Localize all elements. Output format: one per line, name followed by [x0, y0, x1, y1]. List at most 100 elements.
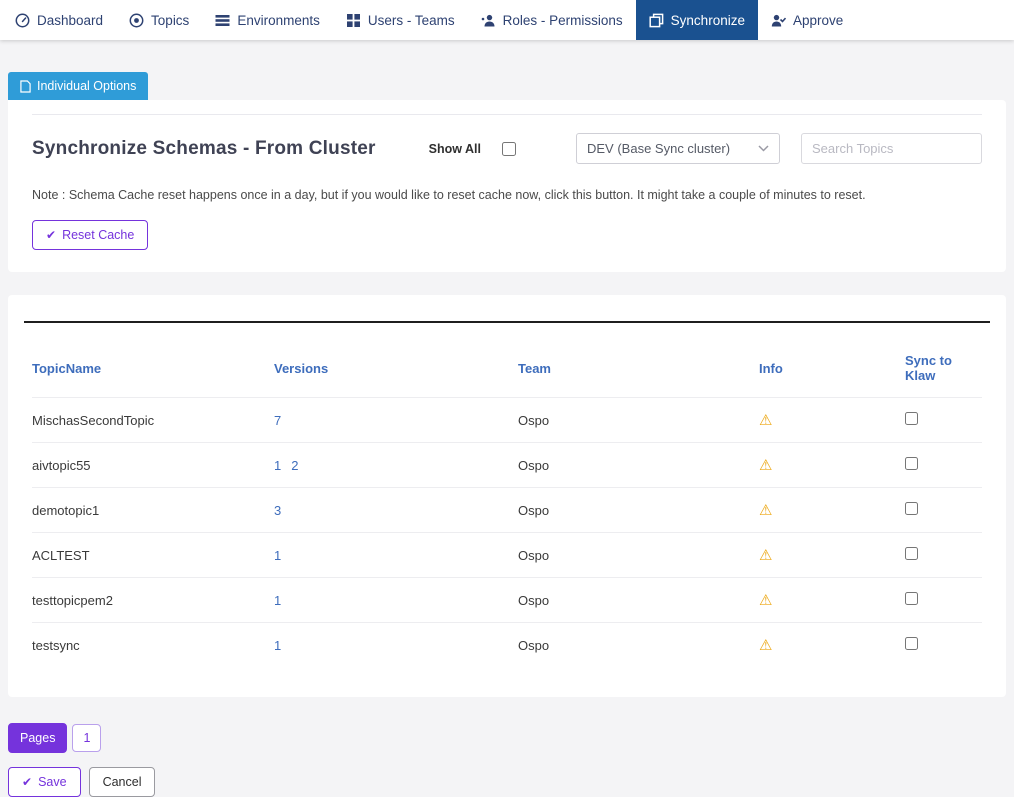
nav-item-environments[interactable]: Environments	[202, 0, 333, 40]
top-navbar: Dashboard Topics Environments Users - Te…	[0, 0, 1014, 40]
version-link[interactable]: 3	[274, 503, 281, 518]
table-row: ACLTEST1 Ospo⚠	[32, 533, 982, 578]
pages-button[interactable]: Pages	[8, 723, 67, 753]
sync-cell	[905, 443, 982, 488]
table-row: aivtopic5512Ospo⚠	[32, 443, 982, 488]
show-all-label: Show All	[429, 142, 481, 156]
cache-note-text: Note : Schema Cache reset happens once i…	[32, 188, 982, 202]
pagination: Pages 1	[8, 723, 1006, 753]
table-row: demotopic13 Ospo⚠	[32, 488, 982, 533]
synchronize-icon	[649, 13, 664, 28]
nav-item-label: Approve	[793, 13, 843, 28]
nav-item-roles-permissions[interactable]: Roles - Permissions	[468, 0, 636, 40]
sync-to-klaw-checkbox[interactable]	[905, 412, 918, 425]
nav-item-topics[interactable]: Topics	[116, 0, 202, 40]
document-icon	[20, 80, 31, 93]
tab-label: Individual Options	[37, 79, 136, 93]
warning-icon[interactable]: ⚠	[759, 637, 772, 654]
team-name: Ospo	[518, 443, 759, 488]
divider	[32, 114, 982, 115]
versions-cell: 3	[274, 488, 518, 533]
table-row: MischasSecondTopic7Ospo⚠	[32, 398, 982, 443]
info-cell: ⚠	[759, 443, 905, 488]
nav-item-approve[interactable]: Approve	[758, 0, 856, 40]
column-header: Sync to Klaw	[905, 333, 982, 398]
team-name: Ospo	[518, 533, 759, 578]
sync-to-klaw-checkbox[interactable]	[905, 637, 918, 650]
versions-cell: 1	[274, 533, 518, 578]
tab-individual-options[interactable]: Individual Options	[8, 72, 148, 100]
team-name: Ospo	[518, 488, 759, 533]
info-cell: ⚠	[759, 398, 905, 443]
nav-item-dashboard[interactable]: Dashboard	[2, 0, 116, 40]
version-link[interactable]: 1	[274, 638, 281, 653]
version-link[interactable]: 1	[274, 593, 281, 608]
version-link[interactable]: 1	[274, 548, 281, 563]
topics-table-card: TopicNameVersionsTeamInfoSync to Klaw Mi…	[8, 295, 1006, 697]
chevron-down-icon	[758, 145, 769, 152]
warning-icon[interactable]: ⚠	[759, 457, 772, 474]
nav-item-label: Dashboard	[37, 13, 103, 28]
sync-cell	[905, 488, 982, 533]
dashboard-icon	[15, 13, 30, 28]
sync-to-klaw-checkbox[interactable]	[905, 457, 918, 470]
info-cell: ⚠	[759, 578, 905, 623]
reset-cache-button[interactable]: ✔ Reset Cache	[32, 220, 148, 250]
info-cell: ⚠	[759, 533, 905, 578]
cancel-button[interactable]: Cancel	[89, 767, 156, 797]
sync-cell	[905, 398, 982, 443]
cancel-label: Cancel	[103, 775, 142, 789]
table-row: testtopicpem21 Ospo⚠	[32, 578, 982, 623]
warning-icon[interactable]: ⚠	[759, 547, 772, 564]
sync-to-klaw-checkbox[interactable]	[905, 502, 918, 515]
topics-table: TopicNameVersionsTeamInfoSync to Klaw Mi…	[32, 333, 982, 667]
page-title: Synchronize Schemas - From Cluster	[32, 138, 376, 160]
topic-name: demotopic1	[32, 488, 274, 533]
nav-item-label: Environments	[237, 13, 320, 28]
team-name: Ospo	[518, 398, 759, 443]
show-all-checkbox[interactable]	[502, 142, 516, 156]
column-header: Versions	[274, 333, 518, 398]
topic-name: aivtopic55	[32, 443, 274, 488]
search-topics-input[interactable]	[801, 133, 982, 164]
sync-to-klaw-checkbox[interactable]	[905, 547, 918, 560]
nav-item-users-teams[interactable]: Users - Teams	[333, 0, 468, 40]
versions-cell: 1	[274, 623, 518, 668]
warning-icon[interactable]: ⚠	[759, 502, 772, 519]
versions-cell: 7	[274, 398, 518, 443]
team-name: Ospo	[518, 623, 759, 668]
team-name: Ospo	[518, 578, 759, 623]
save-button[interactable]: ✔ Save	[8, 767, 81, 797]
cluster-select[interactable]: DEV (Base Sync cluster)	[576, 133, 780, 164]
check-icon: ✔	[46, 228, 56, 242]
topic-name: ACLTEST	[32, 533, 274, 578]
column-header: TopicName	[32, 333, 274, 398]
versions-cell: 12	[274, 443, 518, 488]
sync-to-klaw-checkbox[interactable]	[905, 592, 918, 605]
page-number-button[interactable]: 1	[72, 724, 101, 752]
form-actions: ✔ Save Cancel	[8, 767, 1006, 797]
sync-cell	[905, 623, 982, 668]
nav-item-label: Synchronize	[671, 13, 745, 28]
table-top-rule	[24, 321, 990, 323]
version-link[interactable]: 1	[274, 458, 281, 473]
info-cell: ⚠	[759, 623, 905, 668]
version-link[interactable]: 7	[274, 413, 281, 428]
warning-icon[interactable]: ⚠	[759, 592, 772, 609]
nav-item-synchronize[interactable]: Synchronize	[636, 0, 758, 40]
topic-name: testtopicpem2	[32, 578, 274, 623]
info-cell: ⚠	[759, 488, 905, 533]
roles-permissions-icon	[481, 13, 496, 28]
check-icon: ✔	[22, 775, 32, 789]
nav-item-label: Roles - Permissions	[503, 13, 623, 28]
topics-table-head-row: TopicNameVersionsTeamInfoSync to Klaw	[32, 333, 982, 398]
warning-icon[interactable]: ⚠	[759, 412, 772, 429]
version-link[interactable]: 2	[291, 458, 298, 473]
environments-icon	[215, 13, 230, 28]
nav-item-label: Topics	[151, 13, 189, 28]
sync-cell	[905, 533, 982, 578]
sync-cell	[905, 578, 982, 623]
save-label: Save	[38, 775, 67, 789]
column-header: Info	[759, 333, 905, 398]
nav-item-label: Users - Teams	[368, 13, 455, 28]
